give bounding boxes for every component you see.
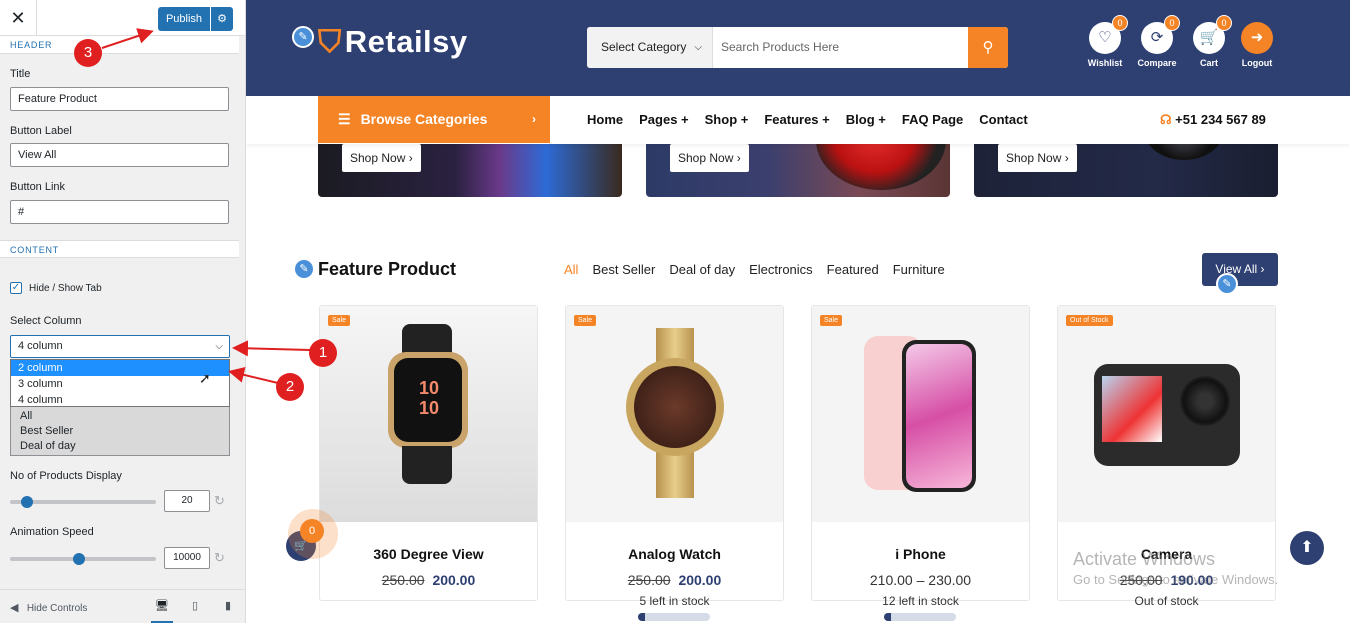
annotation-marker-1: 1 xyxy=(309,339,337,367)
annotation-arrow-2 xyxy=(228,367,279,384)
screenshot-root: ✕ Publish ⚙ HEADER Title Feature Product… xyxy=(0,0,1350,623)
annotation-arrow-1 xyxy=(232,340,311,357)
annotation-arrow-3 xyxy=(101,28,154,49)
annotation-marker-2: 2 xyxy=(276,373,304,401)
annotation-marker-3: 3 xyxy=(74,39,102,67)
annotation-arrows xyxy=(101,28,311,384)
